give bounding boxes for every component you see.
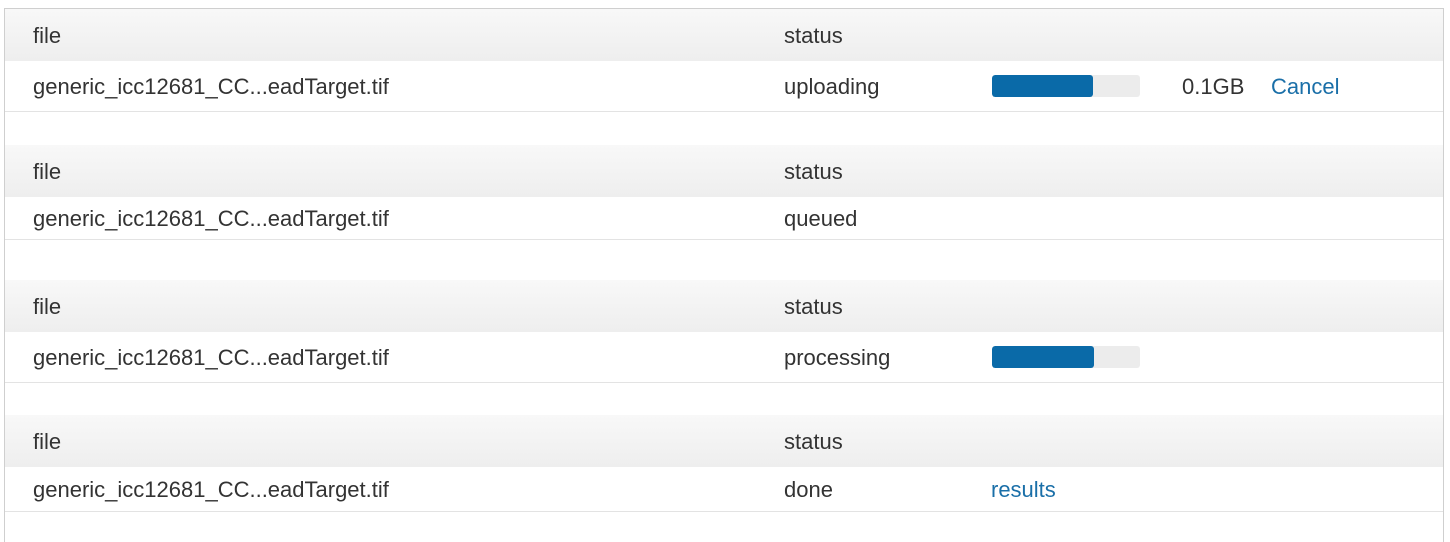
file-column-header: file	[33, 429, 62, 454]
table-header: file status	[5, 9, 1443, 61]
table-row: generic_icc12681_CC...eadTarget.tif queu…	[5, 197, 1443, 240]
status-column-header: status	[784, 429, 843, 454]
table-row: generic_icc12681_CC...eadTarget.tif uplo…	[5, 61, 1443, 112]
progress-fill	[992, 75, 1093, 97]
upload-section: file status generic_icc12681_CC...eadTar…	[5, 415, 1443, 512]
processing-progress-bar	[992, 346, 1140, 368]
status-text: uploading	[784, 74, 880, 99]
upload-section: file status generic_icc12681_CC...eadTar…	[5, 145, 1443, 240]
cancel-link[interactable]: Cancel	[1271, 74, 1339, 100]
table-row: generic_icc12681_CC...eadTarget.tif done…	[5, 467, 1443, 512]
table-header: file status	[5, 415, 1443, 467]
status-column-header: status	[784, 159, 843, 184]
file-column-header: file	[33, 159, 62, 184]
file-size: 0.1GB	[1182, 74, 1245, 99]
results-link[interactable]: results	[991, 477, 1056, 503]
upload-progress-bar	[992, 75, 1140, 97]
upload-section: file status generic_icc12681_CC...eadTar…	[5, 280, 1443, 383]
file-column-header: file	[33, 294, 62, 319]
status-text: queued	[784, 206, 858, 231]
status-column-header: status	[784, 23, 843, 48]
file-name: generic_icc12681_CC...eadTarget.tif	[33, 477, 389, 502]
file-name: generic_icc12681_CC...eadTarget.tif	[33, 74, 389, 99]
status-column-header: status	[784, 294, 843, 319]
upload-section: file status generic_icc12681_CC...eadTar…	[5, 9, 1443, 112]
progress-fill	[992, 346, 1095, 368]
table-header: file status	[5, 280, 1443, 332]
upload-panel: file status generic_icc12681_CC...eadTar…	[4, 8, 1444, 542]
file-column-header: file	[33, 23, 62, 48]
file-name: generic_icc12681_CC...eadTarget.tif	[33, 206, 389, 231]
status-text: processing	[784, 345, 891, 370]
status-text: done	[784, 477, 833, 502]
file-name: generic_icc12681_CC...eadTarget.tif	[33, 345, 389, 370]
table-header: file status	[5, 145, 1443, 197]
table-row: generic_icc12681_CC...eadTarget.tif proc…	[5, 332, 1443, 383]
